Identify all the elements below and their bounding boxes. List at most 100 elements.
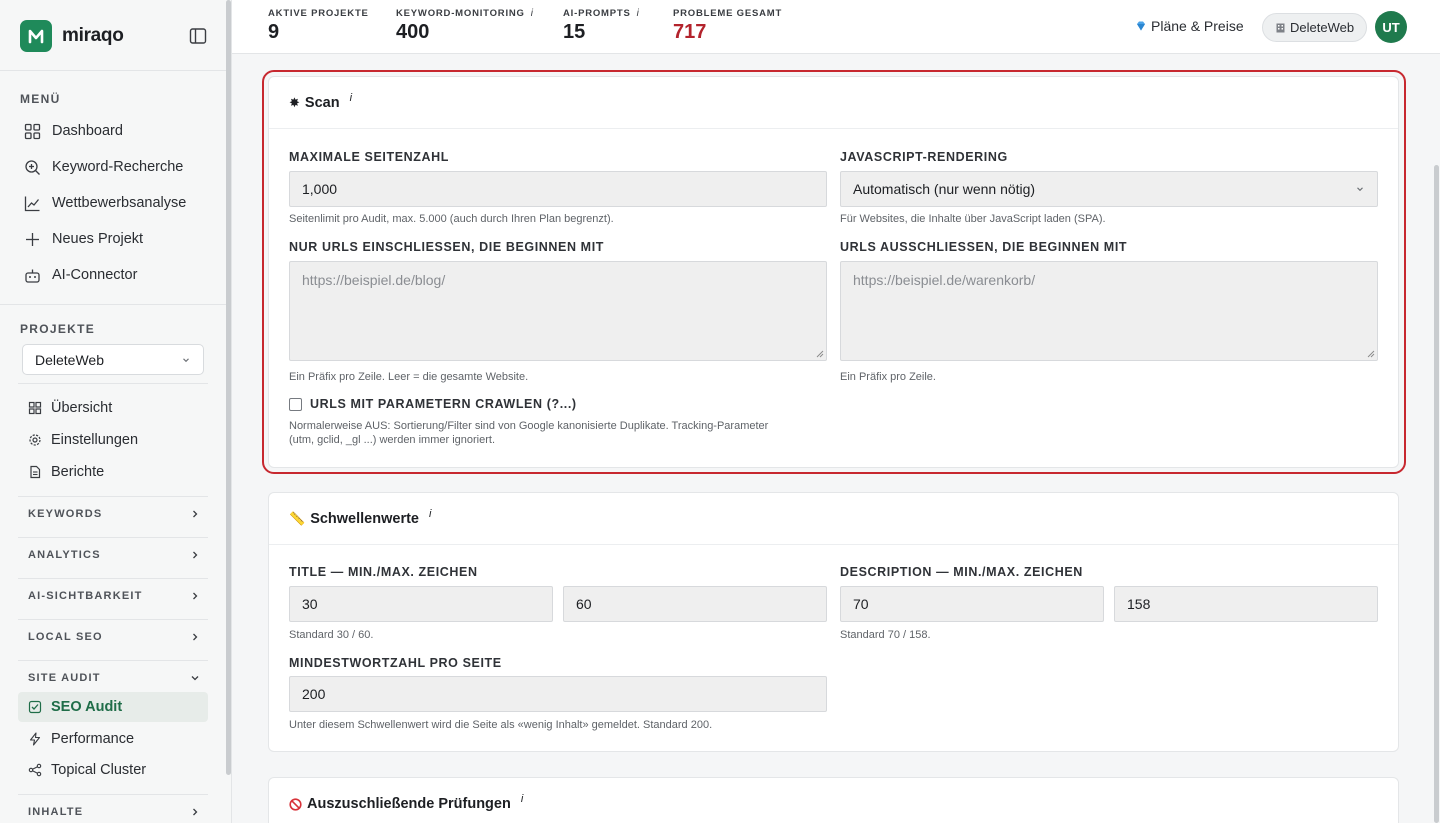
nav-item-topical-cluster[interactable]: Topical Cluster xyxy=(28,759,146,781)
chevron-right-icon xyxy=(193,633,198,641)
nav-item-keyword-recherche[interactable]: Keyword-Recherche xyxy=(24,155,183,179)
info-icon[interactable]: i xyxy=(637,8,640,19)
stat-ai-prompts: AI-PROMPTS i 15 xyxy=(563,8,640,44)
nav-item-neues-projekt[interactable]: Neues Projekt xyxy=(24,227,143,251)
exclude-urls-textarea[interactable]: https://beispiel.de/warenkorb/ xyxy=(840,261,1378,361)
stat-label: AI-PROMPTS i xyxy=(563,8,640,19)
stat-label: PROBLEME GESAMT xyxy=(673,8,783,19)
nav-item-performance[interactable]: Performance xyxy=(28,728,134,750)
exclude-urls-help: Ein Präfix pro Zeile. xyxy=(840,371,936,383)
nav-label: Wettbewerbsanalyse xyxy=(52,195,187,211)
stat-label: KEYWORD-MONITORING i xyxy=(396,8,534,19)
crawl-params-label[interactable]: URLS MIT PARAMETERN CRAWLEN (?...) xyxy=(310,397,577,411)
stat-value: 9 xyxy=(268,21,280,43)
divider xyxy=(18,660,208,661)
group-keywords[interactable]: KEYWORDS xyxy=(28,504,200,524)
nav-item-dashboard[interactable]: Dashboard xyxy=(24,119,123,143)
desc-max-input[interactable]: 158 xyxy=(1114,586,1378,622)
max-pages-help: Seitenlimit pro Audit, max. 5.000 (auch … xyxy=(289,213,614,225)
min-words-help: Unter diesem Schwellenwert wird die Seit… xyxy=(289,719,713,731)
js-rendering-label: JAVASCRIPT-RENDERING xyxy=(840,150,1008,164)
include-urls-label: NUR URLS EINSCHLIESSEN, DIE BEGINNEN MIT xyxy=(289,240,604,254)
plans-label: Pläne & Preise xyxy=(1151,18,1244,34)
info-icon[interactable]: i xyxy=(350,92,352,104)
sidebar-toggle-icon[interactable] xyxy=(188,26,208,46)
nav-label: Keyword-Recherche xyxy=(52,159,184,175)
nav-label: Einstellungen xyxy=(51,432,139,448)
project-select[interactable]: DeleteWeb xyxy=(22,344,204,375)
lightning-icon xyxy=(29,732,41,746)
desc-chars-label: DESCRIPTION — MIN./MAX. ZEICHEN xyxy=(840,565,1083,579)
resize-handle-icon[interactable] xyxy=(1367,350,1375,358)
diamond-icon xyxy=(1137,21,1145,31)
brand[interactable]: miraqo xyxy=(20,20,124,52)
spider-icon: ✸ xyxy=(289,94,300,110)
group-inhalte[interactable]: INHALTE xyxy=(28,802,200,822)
chevron-down-icon xyxy=(183,357,189,362)
title-min-input[interactable]: 30 xyxy=(289,586,553,622)
group-analytics[interactable]: ANALYTICS xyxy=(28,545,200,565)
group-site-audit[interactable]: SITE AUDIT xyxy=(28,668,200,688)
group-ai-sichtbarkeit[interactable]: AI-SICHTBARKEIT xyxy=(28,586,200,606)
js-rendering-select[interactable]: Automatisch (nur wenn nötig) xyxy=(840,171,1378,207)
main-scrollbar[interactable] xyxy=(1434,165,1439,823)
min-words-label: MINDESTWORTZAHL PRO SEITE xyxy=(289,656,502,670)
project-chip-label: DeleteWeb xyxy=(1290,20,1355,35)
card-title: Scan xyxy=(304,94,340,111)
divider xyxy=(18,383,208,384)
nav-item-seo-audit[interactable]: SEO Audit xyxy=(18,692,208,722)
stat-label: AKTIVE PROJEKTE xyxy=(268,8,369,19)
gear-icon xyxy=(29,434,41,446)
stat-active-projects: AKTIVE PROJEKTE 9 xyxy=(268,8,369,44)
nav-item-ai-connector[interactable]: AI-Connector xyxy=(24,263,137,287)
card-title: Schwellenwerte xyxy=(310,510,419,527)
logo-icon xyxy=(20,20,52,52)
info-icon[interactable]: i xyxy=(521,793,523,805)
sidebar-scrollbar[interactable] xyxy=(226,0,231,775)
project-chip[interactable]: DeleteWeb xyxy=(1262,13,1368,42)
divider xyxy=(18,794,208,795)
project-select-value: DeleteWeb xyxy=(35,351,105,368)
divider xyxy=(18,578,208,579)
scan-card-header: ✸ Scan i xyxy=(269,77,1398,129)
nav-label: AI-Connector xyxy=(52,267,138,283)
info-icon[interactable]: i xyxy=(531,8,534,19)
group-label: INHALTE xyxy=(28,806,84,818)
nav-item-berichte[interactable]: Berichte xyxy=(28,461,104,483)
nav-item-uebersicht[interactable]: Übersicht xyxy=(28,397,112,419)
nav-item-einstellungen[interactable]: Einstellungen xyxy=(28,429,138,451)
max-pages-input[interactable]: 1,000 xyxy=(289,171,827,207)
exclude-urls-placeholder: https://beispiel.de/warenkorb/ xyxy=(853,272,1036,288)
document-icon xyxy=(30,465,41,479)
crawl-params-checkbox[interactable] xyxy=(289,398,302,411)
info-icon[interactable]: i xyxy=(429,508,431,520)
share-icon xyxy=(28,763,42,777)
desc-min-input[interactable]: 70 xyxy=(840,586,1104,622)
divider xyxy=(18,537,208,538)
plans-pricing-link[interactable]: Pläne & Preise xyxy=(1135,18,1244,34)
stat-value: 400 xyxy=(396,21,430,43)
chevron-right-icon xyxy=(193,592,198,600)
avatar[interactable]: UT xyxy=(1375,11,1407,43)
thresholds-card-header: 📏 Schwellenwerte i xyxy=(269,493,1398,545)
nav-item-wettbewerbsanalyse[interactable]: Wettbewerbsanalyse xyxy=(24,191,186,215)
title-max-input[interactable]: 60 xyxy=(563,586,827,622)
search-plus-icon xyxy=(25,159,40,175)
sidebar: miraqo MENÜ Dashboard Keyword-Recherche … xyxy=(0,0,232,823)
group-label: KEYWORDS xyxy=(28,508,103,520)
stat-keyword-monitoring: KEYWORD-MONITORING i 400 xyxy=(396,8,534,44)
resize-handle-icon[interactable] xyxy=(816,350,824,358)
crawl-params-help-line: (utm, gclid, _gl ...) werden immer ignor… xyxy=(289,434,496,446)
include-urls-textarea[interactable]: https://beispiel.de/blog/ xyxy=(289,261,827,361)
min-words-input[interactable]: 200 xyxy=(289,676,827,712)
crawl-params-help: Normalerweise AUS: Sortierung/Filter sin… xyxy=(289,419,768,447)
chevron-down-icon xyxy=(191,676,199,681)
chevron-right-icon xyxy=(193,808,198,816)
group-local-seo[interactable]: LOCAL SEO xyxy=(28,627,200,647)
group-label: SITE AUDIT xyxy=(28,672,101,684)
exclusions-card-header: Auszuschließende Prüfungen i xyxy=(269,778,1398,823)
stat-value: 15 xyxy=(563,21,586,43)
title-chars-help: Standard 30 / 60. xyxy=(289,629,374,641)
nav-label: SEO Audit xyxy=(51,699,123,715)
brand-name: miraqo xyxy=(62,25,124,46)
